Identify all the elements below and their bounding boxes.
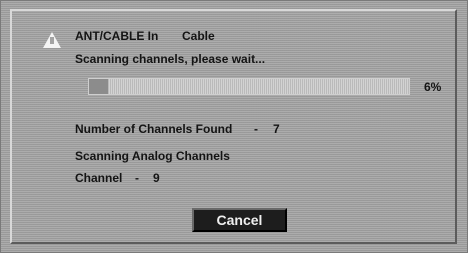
ant-cable-in-value: Cable bbox=[182, 29, 215, 43]
scan-type-label: Scanning Analog Channels bbox=[75, 149, 230, 163]
cancel-button[interactable]: Cancel bbox=[192, 208, 287, 232]
channel-separator: - bbox=[135, 171, 139, 185]
channels-found-separator: - bbox=[254, 122, 258, 136]
channel-value: 9 bbox=[153, 171, 160, 185]
ant-cable-in-label: ANT/CABLE In bbox=[75, 29, 159, 43]
scan-progress-fill bbox=[89, 79, 109, 94]
channels-found-value: 7 bbox=[273, 122, 280, 136]
channel-scan-dialog: ANT/CABLE In Cable Scanning channels, pl… bbox=[0, 0, 468, 253]
warning-triangle-icon bbox=[43, 32, 61, 48]
channel-label: Channel bbox=[75, 171, 123, 185]
scanning-message: Scanning channels, please wait... bbox=[75, 52, 266, 66]
channels-found-label: Number of Channels Found bbox=[75, 122, 233, 136]
scan-progress-percent: 6% bbox=[424, 80, 442, 94]
scan-progress-bar bbox=[88, 78, 410, 95]
